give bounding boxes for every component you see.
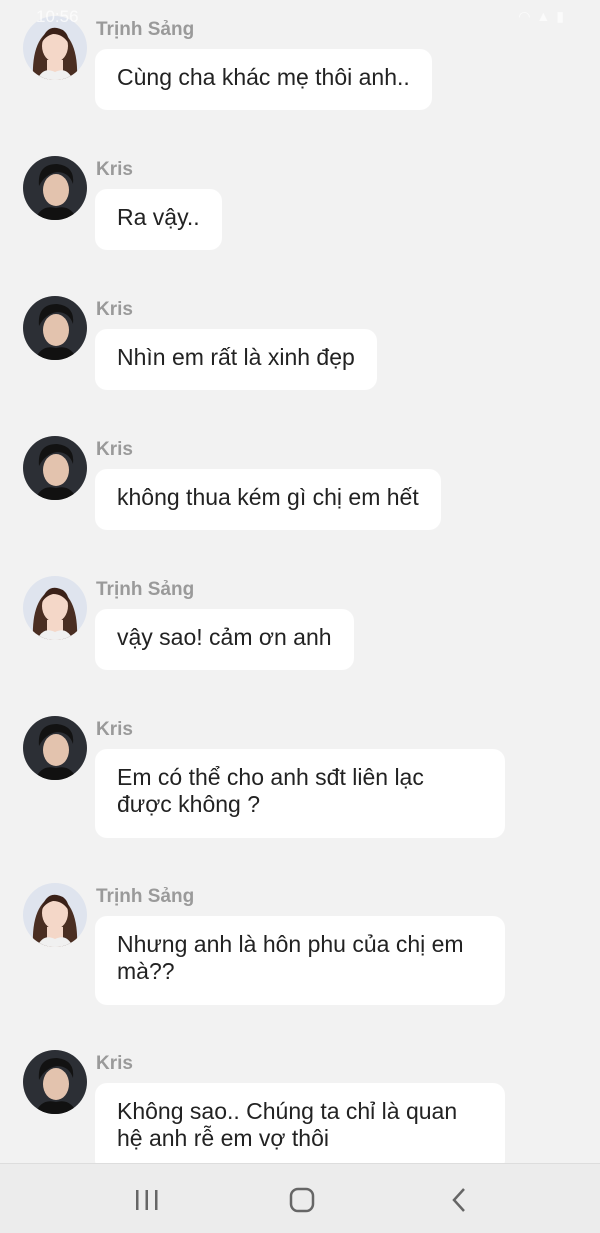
trinh-sang-avatar[interactable]: [23, 883, 87, 947]
message-bubble[interactable]: không thua kém gì chị em hết: [95, 469, 441, 530]
wifi-icon: ◠: [518, 8, 537, 24]
status-time: 10:56: [36, 7, 79, 26]
message-bubble[interactable]: Nhưng anh là hôn phu của chị em mà??: [95, 916, 505, 1005]
recents-button[interactable]: [127, 1184, 167, 1216]
message-bubble[interactable]: Không sao.. Chúng ta chỉ là quan hệ anh …: [95, 1083, 505, 1163]
sender-name: Kris: [96, 159, 133, 180]
chat-screen: 10:56 ◠▲▮ Trịnh Sảng Cùng cha khác mẹ th…: [0, 0, 600, 1233]
kris-avatar[interactable]: [23, 156, 87, 220]
sender-name: Kris: [96, 1053, 133, 1074]
sender-name: Kris: [96, 719, 133, 740]
signal-icon: ▲: [536, 8, 557, 24]
recents-icon: [136, 1190, 158, 1210]
message-bubble[interactable]: Cùng cha khác mẹ thôi anh..: [95, 49, 432, 110]
status-icons: ◠▲▮: [518, 8, 570, 25]
message-list[interactable]: Trịnh Sảng Cùng cha khác mẹ thôi anh.. K…: [0, 0, 600, 1163]
message-bubble[interactable]: Em có thể cho anh sđt liên lạc được khôn…: [95, 749, 505, 838]
kris-avatar[interactable]: [23, 296, 87, 360]
message-bubble[interactable]: Ra vậy..: [95, 189, 222, 250]
trinh-sang-avatar[interactable]: [23, 576, 87, 640]
sender-name: Trịnh Sảng: [96, 886, 195, 907]
kris-avatar[interactable]: [23, 716, 87, 780]
battery-icon: ▮: [556, 8, 570, 24]
home-icon: [289, 1187, 315, 1213]
status-bar: 10:56 ◠▲▮: [0, 0, 600, 34]
sender-name: Kris: [96, 439, 133, 460]
sender-name: Kris: [96, 299, 133, 320]
message-bubble[interactable]: vậy sao! cảm ơn anh: [95, 609, 354, 670]
home-button[interactable]: [282, 1184, 322, 1216]
navigation-bar: [0, 1163, 600, 1233]
back-button[interactable]: [440, 1184, 480, 1216]
back-icon: [452, 1188, 465, 1212]
message-bubble[interactable]: Nhìn em rất là xinh đẹp: [95, 329, 377, 390]
kris-avatar[interactable]: [23, 436, 87, 500]
sender-name: Trịnh Sảng: [96, 579, 195, 600]
kris-avatar[interactable]: [23, 1050, 87, 1114]
